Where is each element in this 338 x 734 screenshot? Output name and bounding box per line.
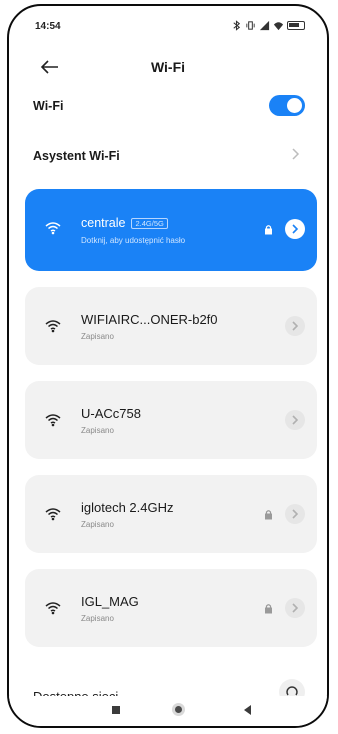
network-ssid: iglotech 2.4GHz xyxy=(81,500,174,515)
network-details-button[interactable] xyxy=(285,410,305,430)
network-subtitle: Zapisano xyxy=(81,426,114,435)
wifi-toggle[interactable] xyxy=(269,95,305,116)
battery-icon xyxy=(287,21,305,30)
navigation-bar xyxy=(9,696,327,726)
page-title: Wi-Fi xyxy=(150,59,186,75)
status-time: 14:54 xyxy=(35,21,61,32)
chevron-right-icon xyxy=(292,224,299,234)
chevron-right-icon[interactable] xyxy=(290,147,300,161)
network-ssid-text: centrale xyxy=(81,216,126,230)
status-icons xyxy=(231,20,305,31)
signal-icon xyxy=(259,20,270,31)
wifi-toggle-label: Wi-Fi xyxy=(33,99,64,113)
network-card[interactable]: WIFIAIRC...ONER-b2f0 Zapisano xyxy=(25,287,317,365)
network-subtitle: Zapisano xyxy=(81,332,114,341)
network-card[interactable]: iglotech 2.4GHz Zapisano xyxy=(25,475,317,553)
wifi-assistant-label[interactable]: Asystent Wi-Fi xyxy=(33,149,120,163)
network-ssid: WIFIAIRC...ONER-b2f0 xyxy=(81,312,218,327)
chevron-right-icon xyxy=(292,603,299,613)
network-card[interactable]: IGL_MAG Zapisano xyxy=(25,569,317,647)
wifi-icon xyxy=(45,222,61,235)
lock-icon xyxy=(265,510,272,520)
wifi-icon xyxy=(45,602,61,615)
back-triangle-icon[interactable] xyxy=(242,704,252,716)
home-icon[interactable] xyxy=(172,703,185,716)
recent-apps-icon[interactable] xyxy=(112,706,120,714)
wifi-status-icon xyxy=(273,22,284,31)
status-bar: 14:54 xyxy=(9,19,327,35)
phone-frame: 14:54 Wi-Fi Wi-Fi Asystent Wi-Fi central… xyxy=(7,4,329,728)
network-details-button[interactable] xyxy=(285,316,305,336)
network-subtitle: Zapisano xyxy=(81,614,114,623)
network-details-button[interactable] xyxy=(285,598,305,618)
network-details-button[interactable] xyxy=(285,219,305,239)
frequency-badge: 2.4G/5G xyxy=(131,218,168,230)
network-ssid: IGL_MAG xyxy=(81,594,139,609)
network-subtitle: Zapisano xyxy=(81,520,114,529)
lock-icon xyxy=(265,225,272,235)
network-card[interactable]: U-ACc758 Zapisano xyxy=(25,381,317,459)
wifi-icon xyxy=(45,414,61,427)
bluetooth-icon xyxy=(233,20,241,31)
wifi-icon xyxy=(45,508,61,521)
network-subtitle: Dotknij, aby udostępnić hasło xyxy=(81,236,186,245)
vibrate-icon xyxy=(246,21,255,30)
network-details-button[interactable] xyxy=(285,504,305,524)
network-ssid: U-ACc758 xyxy=(81,406,141,421)
wifi-icon xyxy=(45,320,61,333)
chevron-right-icon xyxy=(292,415,299,425)
chevron-right-icon xyxy=(292,509,299,519)
network-ssid: centrale 2.4G/5G xyxy=(81,216,168,230)
header: Wi-Fi xyxy=(9,53,327,83)
lock-icon xyxy=(265,604,272,614)
chevron-right-icon xyxy=(292,321,299,331)
network-card-connected[interactable]: centrale 2.4G/5G Dotknij, aby udostępnić … xyxy=(25,189,317,271)
